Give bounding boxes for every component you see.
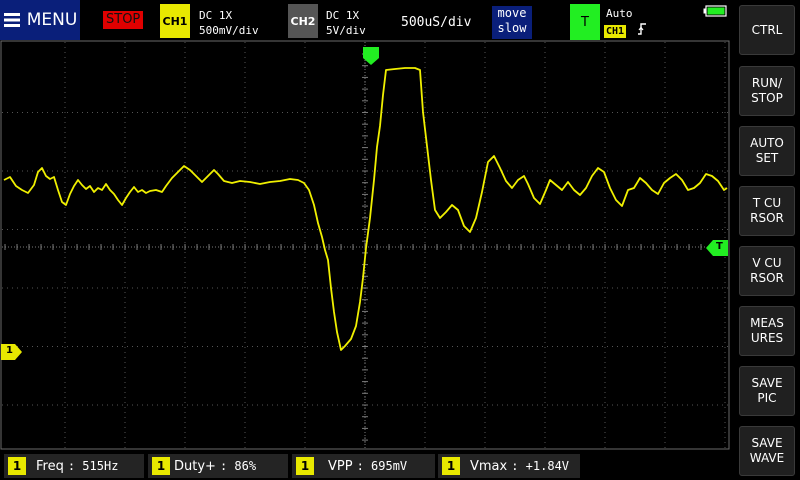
run-state-badge[interactable]: STOP (103, 11, 144, 29)
ctrl-button[interactable]: CTRL (739, 5, 795, 55)
ch2-badge[interactable]: CH2 (288, 4, 318, 38)
trigger-mode: Auto (606, 7, 633, 20)
ch1-ground-marker[interactable]: 1 (1, 344, 23, 360)
measurement-vpp[interactable]: 1 VPP : 695mV (292, 454, 435, 478)
ch1-scale: 500mV/div (199, 24, 259, 37)
ch1-badge[interactable]: CH1 (160, 4, 190, 38)
run-stop-button[interactable]: RUN/ STOP (739, 66, 795, 116)
measurement-label: VPP (328, 458, 353, 474)
menu-button[interactable]: MENU (0, 0, 80, 40)
time-cursor-button[interactable]: T CU RSOR (739, 186, 795, 236)
trigger-source: CH1 (604, 25, 627, 38)
measurement-channel: 1 (442, 457, 460, 475)
measurement-channel: 1 (8, 457, 26, 475)
speed-label: slow (497, 21, 527, 35)
voltage-cursor-button[interactable]: V CU RSOR (739, 246, 795, 296)
menu-icon (3, 13, 20, 27)
ch1-ground-label: 1 (6, 345, 13, 356)
battery-icon (703, 5, 727, 17)
graticule (0, 40, 730, 450)
measurement-label: Duty+ (174, 458, 216, 474)
trigger-level-marker[interactable]: T (706, 240, 728, 256)
move-label: move (497, 6, 527, 20)
trigger-badge[interactable]: T (570, 4, 600, 40)
ch2-coupling: DC 1X (326, 9, 360, 22)
measurement-freq[interactable]: 1 Freq : 515Hz (4, 454, 144, 478)
measures-button[interactable]: MEAS URES (739, 306, 795, 356)
scope-display[interactable] (0, 40, 730, 450)
measurement-value: : 695mV (356, 459, 408, 473)
save-pic-button[interactable]: SAVE PIC (739, 366, 795, 416)
menu-label: MENU (26, 10, 78, 30)
ch2-scale: 5V/div (326, 24, 366, 37)
measurement-channel: 1 (152, 457, 170, 475)
measurement-value: : 86% (219, 459, 257, 473)
trigger-level-label: T (716, 241, 723, 252)
ch1-settings: DC 1X 500mV/div (199, 8, 259, 38)
measurement-value: : 515Hz (67, 459, 119, 473)
measurement-duty[interactable]: 1 Duty+ : 86% (148, 454, 288, 478)
ch1-coupling: DC 1X (199, 9, 233, 22)
measurement-label: Freq (36, 458, 64, 474)
save-wave-button[interactable]: SAVE WAVE (739, 426, 795, 476)
measurement-label: Vmax (470, 458, 508, 474)
move-speed-button[interactable]: move slow (492, 6, 532, 39)
measurement-vmax[interactable]: 1 Vmax : +1.84V (438, 454, 580, 478)
measurement-channel: 1 (296, 457, 314, 475)
rising-edge-icon (638, 23, 646, 35)
ch2-settings: DC 1X 5V/div (326, 8, 366, 38)
trigger-position-marker[interactable] (363, 47, 379, 65)
measurement-value: : +1.84V (511, 459, 570, 473)
timebase-label[interactable]: 500uS/div (401, 15, 471, 30)
auto-set-button[interactable]: AUTO SET (739, 126, 795, 176)
